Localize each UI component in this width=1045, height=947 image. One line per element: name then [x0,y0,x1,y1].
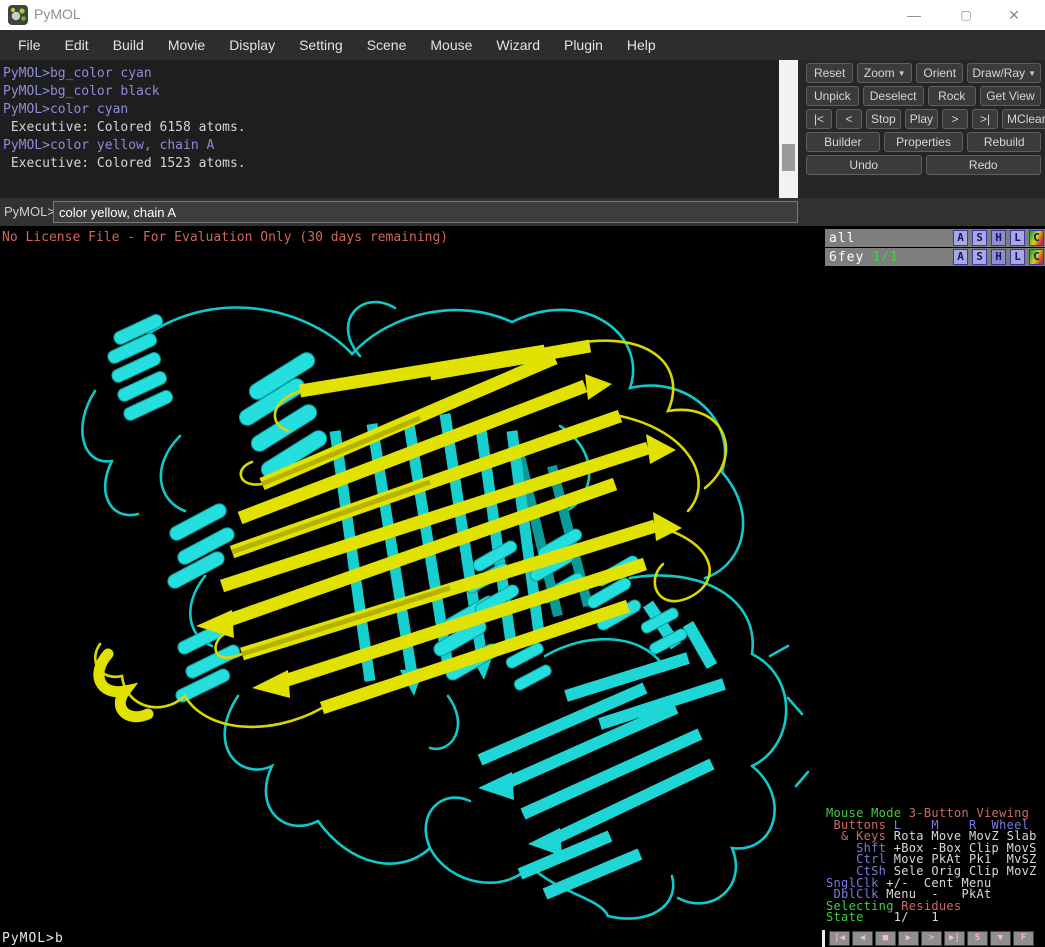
console-scrollbar[interactable] [779,60,798,198]
object-row-6fey[interactable]: 6fey 1/1 A S H L C [825,248,1045,266]
step-forward-icon: > [928,933,935,943]
command-input[interactable] [53,201,798,223]
object-state: 1/1 [872,250,899,265]
menu-wizard[interactable]: Wizard [484,30,552,60]
console-line: Executive: Colored 6158 atoms. [3,120,246,135]
unpick-button[interactable]: Unpick [806,86,859,106]
console-line: PyMOL>bg_color cyan [3,66,152,81]
deselect-button[interactable]: Deselect [862,86,924,106]
viewport-3d[interactable]: No License File - For Evaluation Only (3… [0,226,1045,930]
menu-build[interactable]: Build [101,30,156,60]
hide-menu-button[interactable]: H [991,230,1006,246]
cyan-loops [81,300,810,920]
play-button[interactable]: Play [904,109,939,129]
rock-button[interactable]: Rock [927,86,976,106]
draw-ray-dropdown-button[interactable]: Draw/Ray ▼ [967,63,1041,83]
command-prompt-label: PyMOL> [4,204,55,219]
bottom-bar: PyMOL>b |◀ ◀ ■ ▶ > ▶| S ▼ F [0,930,1045,947]
movie-play-button[interactable]: ▶ [898,931,919,946]
triangle-down-icon: ▼ [997,933,1004,943]
title-bar: PyMOL — ▢ ✕ [0,0,1045,30]
console-scrollbar-thumb[interactable] [782,144,795,171]
chevron-down-icon: ▼ [1028,69,1036,78]
license-notice: No License File - For Evaluation Only (3… [2,230,449,245]
menu-bar: File Edit Build Movie Display Setting Sc… [0,30,1045,60]
show-menu-button[interactable]: S [972,249,987,265]
action-menu-button[interactable]: A [953,230,968,246]
redo-button[interactable]: Redo [925,155,1041,175]
zoom-dropdown-button[interactable]: Zoom ▼ [857,63,913,83]
mouse-mode-panel: Mouse Mode 3-Button Viewing Buttons L M … [826,806,1037,925]
object-name: 6fey 1/1 [829,250,899,265]
step-back-button[interactable]: < [836,109,862,129]
movie-menu-button[interactable]: ▼ [990,931,1011,946]
minimize-button[interactable]: — [891,0,937,30]
fullscreen-button[interactable]: F [1013,931,1034,946]
label-menu-button[interactable]: L [1010,230,1025,246]
skip-end-icon: ▶| [949,933,960,943]
reset-button[interactable]: Reset [806,63,854,83]
menu-plugin[interactable]: Plugin [552,30,615,60]
menu-mouse[interactable]: Mouse [418,30,484,60]
cyan-sheet-arrowheads [478,772,562,856]
object-name: all [829,231,856,246]
builder-button[interactable]: Builder [806,132,880,152]
color-menu-button[interactable]: C [1029,230,1044,246]
stop-button[interactable]: Stop [866,109,901,129]
chevron-down-icon: ▼ [897,69,906,78]
menu-display[interactable]: Display [217,30,287,60]
object-row-all[interactable]: all A S H L C [825,229,1045,247]
console-line: PyMOL>color yellow, chain A [3,138,215,153]
movie-step-back-button[interactable]: ◀ [852,931,873,946]
color-menu-button[interactable]: C [1029,249,1044,265]
state-slider[interactable] [822,930,825,947]
fullscreen-icon: F [1020,933,1027,943]
menu-scene[interactable]: Scene [355,30,419,60]
movie-skip-end-button[interactable]: ▶| [944,931,965,946]
maximize-button[interactable]: ▢ [943,0,989,30]
command-input-row: PyMOL> [0,198,1045,226]
skip-start-icon: |◀ [834,933,845,943]
console-line: PyMOL>color cyan [3,102,129,117]
movie-skip-start-button[interactable]: |◀ [829,931,850,946]
console-line: Executive: Colored 1523 atoms. [3,156,246,171]
menu-setting[interactable]: Setting [287,30,355,60]
pymol-logo-icon [8,5,28,25]
action-menu-button[interactable]: A [953,249,968,265]
step-back-icon: ◀ [859,933,866,943]
play-icon: ▶ [905,933,912,943]
bottom-prompt: PyMOL>b [2,931,64,946]
window-title: PyMOL [34,6,81,22]
skip-to-end-button[interactable]: >| [972,109,999,129]
mclear-button[interactable]: MClear [1002,109,1045,129]
skip-to-start-button[interactable]: |< [806,109,832,129]
stop-icon: ■ [882,933,889,943]
menu-help[interactable]: Help [615,30,668,60]
object-panel: all A S H L C 6fey 1/1 A S H L C [825,229,1045,267]
control-panel: Reset Zoom ▼ Orient Draw/Ray ▼ Unpick Dese… [798,60,1045,198]
s-icon: S [974,933,981,943]
menu-movie[interactable]: Movie [156,30,217,60]
label-menu-button[interactable]: L [1010,249,1025,265]
get-view-button[interactable]: Get View [979,86,1041,106]
rebuild-button[interactable]: Rebuild [967,132,1041,152]
step-forward-button[interactable]: > [942,109,969,129]
orient-button[interactable]: Orient [916,63,964,83]
menu-file[interactable]: File [6,30,53,60]
command-output-console: PyMOL>bg_color cyan PyMOL>bg_color black… [0,60,779,198]
show-menu-button[interactable]: S [972,230,987,246]
movie-step-forward-button[interactable]: > [921,931,942,946]
close-button[interactable]: ✕ [991,0,1037,30]
movie-stop-button[interactable]: ■ [875,931,896,946]
playback-controls: |◀ ◀ ■ ▶ > ▶| S ▼ F [829,931,1034,946]
movie-s-button[interactable]: S [967,931,988,946]
undo-button[interactable]: Undo [806,155,922,175]
properties-button[interactable]: Properties [883,132,964,152]
console-line: PyMOL>bg_color black [3,84,160,99]
hide-menu-button[interactable]: H [991,249,1006,265]
menu-edit[interactable]: Edit [53,30,101,60]
